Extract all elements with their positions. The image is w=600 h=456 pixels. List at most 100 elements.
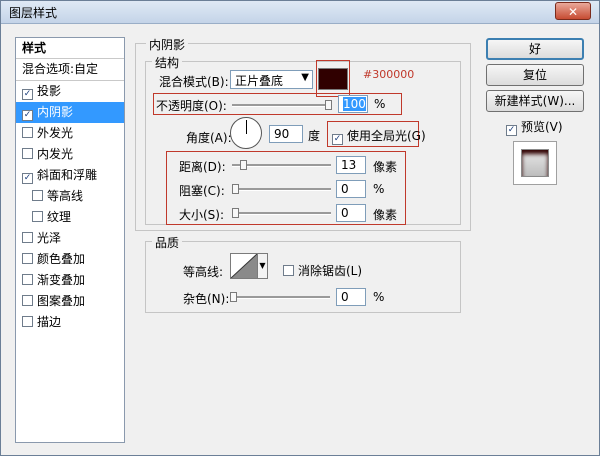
style-item[interactable]: 描边 <box>16 312 124 333</box>
checkbox-icon[interactable] <box>22 232 33 243</box>
preview-label: 预览(V) <box>521 120 563 134</box>
style-item[interactable]: 外发光 <box>16 123 124 144</box>
size-unit: 像素 <box>373 208 398 222</box>
layer-style-dialog: 图层样式 ✕ 样式 混合选项:自定 ✓ 投影 ✓ 内阴影外发光内发光 ✓ 斜面和浮雕等高线纹… <box>0 0 600 456</box>
style-item[interactable]: 渐变叠加 <box>16 270 124 291</box>
checkbox-icon[interactable] <box>283 265 294 276</box>
style-item[interactable]: 纹理 <box>16 207 124 228</box>
contour-picker[interactable] <box>230 253 258 279</box>
style-item-label: 纹理 <box>47 210 72 224</box>
global-light-label: 使用全局光(G) <box>347 129 426 143</box>
checkbox-icon[interactable] <box>32 190 43 201</box>
global-light-checkbox[interactable]: ✓ 使用全局光(G) <box>332 127 426 145</box>
choke-unit: % <box>373 182 385 196</box>
style-item[interactable]: 内发光 <box>16 144 124 165</box>
angle-label: 角度(A): <box>186 131 232 145</box>
choke-slider-track <box>232 188 331 191</box>
angle-input[interactable]: 90 <box>269 125 303 143</box>
style-item-label: 混合选项:自定 <box>22 62 99 76</box>
noise-slider[interactable] <box>230 292 330 302</box>
opacity-input[interactable]: 100 <box>338 95 368 113</box>
angle-dial[interactable] <box>230 117 262 149</box>
style-item-label: 图案叠加 <box>37 294 86 308</box>
style-item[interactable]: ✓ 斜面和浮雕 <box>16 165 124 186</box>
style-preview <box>513 141 557 185</box>
style-item[interactable]: ✓ 投影 <box>16 81 124 102</box>
size-value: 0 <box>341 206 349 220</box>
distance-slider-thumb[interactable] <box>240 160 247 170</box>
checkbox-icon[interactable] <box>22 253 33 264</box>
style-preview-swatch <box>521 149 549 177</box>
size-slider-track <box>232 212 331 215</box>
ok-button[interactable]: 好 <box>486 38 584 60</box>
distance-slider[interactable] <box>232 160 331 170</box>
choke-slider-thumb[interactable] <box>232 184 239 194</box>
blend-mode-value: 正片叠底 <box>235 74 284 88</box>
opacity-slider[interactable] <box>232 100 332 110</box>
choke-slider[interactable] <box>232 184 331 194</box>
styles-list: 样式 混合选项:自定 ✓ 投影 ✓ 内阴影外发光内发光 ✓ 斜面和浮雕等高线纹理光泽 颜色叠加… <box>15 37 125 443</box>
style-item[interactable]: 等高线 <box>16 186 124 207</box>
style-item-label: 内发光 <box>37 147 74 161</box>
checkbox-icon[interactable] <box>32 211 43 222</box>
checkbox-icon[interactable]: ✓ <box>332 134 343 145</box>
style-item-label: 斜面和浮雕 <box>37 168 98 182</box>
style-item-label: 等高线 <box>47 189 84 203</box>
angle-dial-hand <box>246 120 247 134</box>
preview-checkbox[interactable]: ✓ 预览(V) <box>506 118 563 136</box>
distance-unit: 像素 <box>373 160 398 174</box>
angle-unit: 度 <box>308 129 321 143</box>
checkbox-icon[interactable] <box>22 295 33 306</box>
checkbox-icon[interactable]: ✓ <box>22 110 33 121</box>
checkbox-icon[interactable]: ✓ <box>506 125 517 136</box>
quality-title: 品质 <box>152 234 183 251</box>
checkbox-icon[interactable] <box>22 316 33 327</box>
noise-label: 杂色(N): <box>183 292 230 306</box>
opacity-unit: % <box>374 97 386 111</box>
styles-header[interactable]: 样式 <box>16 38 124 59</box>
blend-mode-label: 混合模式(B): <box>159 75 229 89</box>
noise-slider-track <box>230 296 330 299</box>
style-item-label: 内阴影 <box>37 105 74 119</box>
style-item-label: 投影 <box>37 84 62 98</box>
style-item[interactable]: 图案叠加 <box>16 291 124 312</box>
window-title: 图层样式 <box>9 6 58 20</box>
noise-input[interactable]: 0 <box>336 288 366 306</box>
checkbox-icon[interactable]: ✓ <box>22 173 33 184</box>
opacity-value: 100 <box>343 97 366 111</box>
distance-value: 13 <box>341 158 357 172</box>
contour-dropdown-icon[interactable]: ▼ <box>258 253 268 279</box>
color-hex-note: #300000 <box>363 68 415 81</box>
blend-mode-select[interactable]: 正片叠底 ▼ <box>230 70 313 89</box>
angle-value: 90 <box>274 127 290 141</box>
size-label: 大小(S): <box>179 208 225 222</box>
choke-value: 0 <box>341 182 349 196</box>
checkbox-icon[interactable] <box>22 127 33 138</box>
choke-input[interactable]: 0 <box>336 180 366 198</box>
reset-button[interactable]: 复位 <box>486 64 584 86</box>
style-item[interactable]: 混合选项:自定 <box>16 59 124 81</box>
size-input[interactable]: 0 <box>336 204 366 222</box>
antialias-checkbox[interactable]: 消除锯齿(L) <box>283 262 362 279</box>
distance-input[interactable]: 13 <box>336 156 366 174</box>
chevron-down-icon: ▼ <box>301 72 309 83</box>
style-item[interactable]: 光泽 <box>16 228 124 249</box>
style-item[interactable]: 颜色叠加 <box>16 249 124 270</box>
checkbox-icon[interactable] <box>22 148 33 159</box>
opacity-slider-thumb[interactable] <box>325 100 332 110</box>
noise-slider-thumb[interactable] <box>230 292 237 302</box>
shadow-color-swatch[interactable] <box>318 68 348 90</box>
choke-label: 阻塞(C): <box>179 184 225 198</box>
size-slider[interactable] <box>232 208 331 218</box>
style-item[interactable]: ✓ 内阴影 <box>16 102 124 123</box>
checkbox-icon[interactable] <box>22 274 33 285</box>
title-bar: 图层样式 ✕ <box>1 1 599 24</box>
close-button[interactable]: ✕ <box>555 2 591 20</box>
checkbox-icon[interactable]: ✓ <box>22 89 33 100</box>
opacity-label: 不透明度(O): <box>156 99 227 113</box>
noise-unit: % <box>373 290 385 304</box>
new-style-button[interactable]: 新建样式(W)... <box>486 90 584 112</box>
size-slider-thumb[interactable] <box>232 208 239 218</box>
inner-shadow-title: 内阴影 <box>146 36 189 53</box>
distance-label: 距离(D): <box>179 160 226 174</box>
